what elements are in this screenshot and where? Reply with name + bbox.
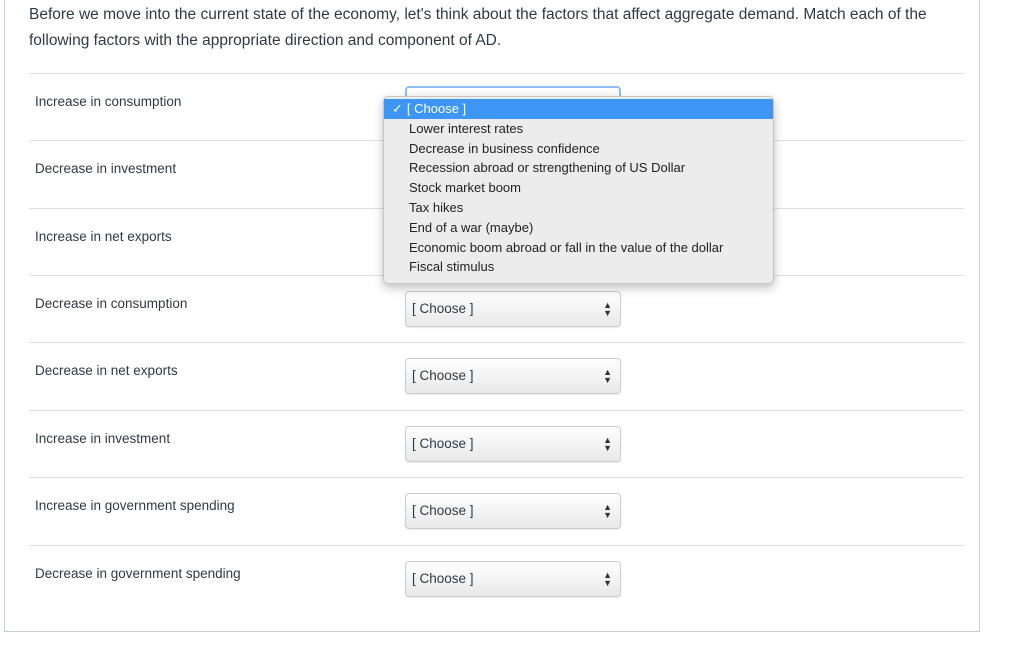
- dropdown-option[interactable]: Decrease in business confidence: [384, 139, 773, 159]
- updown-arrow-icon: ▲ ▼: [603, 300, 612, 318]
- factor-label: Increase in investment: [35, 431, 171, 446]
- dropdown-option[interactable]: Tax hikes: [384, 198, 773, 218]
- answer-select[interactable]: [ Choose ] ▲ ▼: [405, 291, 621, 327]
- match-row: Increase in investment [ Choose ] ▲ ▼: [29, 410, 964, 478]
- updown-arrow-icon: ▲ ▼: [603, 570, 612, 588]
- factor-label: Increase in net exports: [35, 229, 172, 244]
- updown-arrow-icon: ▲ ▼: [603, 367, 612, 385]
- factor-label: Decrease in government spending: [35, 566, 241, 581]
- match-row: Decrease in net exports [ Choose ] ▲ ▼: [29, 342, 964, 410]
- dropdown-option[interactable]: Fiscal stimulus: [384, 257, 773, 277]
- select-value: [ Choose ]: [412, 571, 474, 586]
- updown-arrow-icon: ▲ ▼: [603, 435, 612, 453]
- factor-label: Increase in government spending: [35, 498, 235, 513]
- dropdown-option[interactable]: Stock market boom: [384, 178, 773, 198]
- match-row: Decrease in government spending [ Choose…: [29, 545, 964, 613]
- factor-label: Increase in consumption: [35, 94, 182, 109]
- dropdown-option[interactable]: Economic boom abroad or fall in the valu…: [384, 238, 773, 258]
- match-row: Decrease in consumption [ Choose ] ▲ ▼: [29, 275, 964, 343]
- answer-select[interactable]: [ Choose ] ▲ ▼: [405, 561, 621, 597]
- match-row: Increase in government spending [ Choose…: [29, 477, 964, 545]
- option-label: [ Choose ]: [406, 101, 467, 116]
- answer-select[interactable]: [ Choose ] ▲ ▼: [405, 426, 621, 462]
- factor-label: Decrease in investment: [35, 161, 177, 176]
- factor-label: Decrease in net exports: [35, 363, 178, 378]
- checkmark-icon: ✓: [392, 101, 403, 116]
- factor-label: Decrease in consumption: [35, 296, 188, 311]
- select-value: [ Choose ]: [412, 368, 474, 383]
- dropdown-option[interactable]: Recession abroad or strengthening of US …: [384, 158, 773, 178]
- updown-arrow-icon: ▲ ▼: [603, 502, 612, 520]
- question-prompt: Before we move into the current state of…: [29, 6, 927, 49]
- dropdown-option[interactable]: Lower interest rates: [384, 119, 773, 139]
- select-dropdown-menu: ✓[ Choose ] Lower interest rates Decreas…: [383, 96, 774, 284]
- dropdown-option-selected[interactable]: ✓[ Choose ]: [384, 99, 773, 119]
- question-card: Before we move into the current state of…: [4, 0, 980, 632]
- dropdown-option[interactable]: End of a war (maybe): [384, 218, 773, 238]
- select-value: [ Choose ]: [412, 436, 474, 451]
- select-value: [ Choose ]: [412, 503, 474, 518]
- answer-select[interactable]: [ Choose ] ▲ ▼: [405, 358, 621, 394]
- answer-select[interactable]: [ Choose ] ▲ ▼: [405, 493, 621, 529]
- select-value: [ Choose ]: [412, 301, 474, 316]
